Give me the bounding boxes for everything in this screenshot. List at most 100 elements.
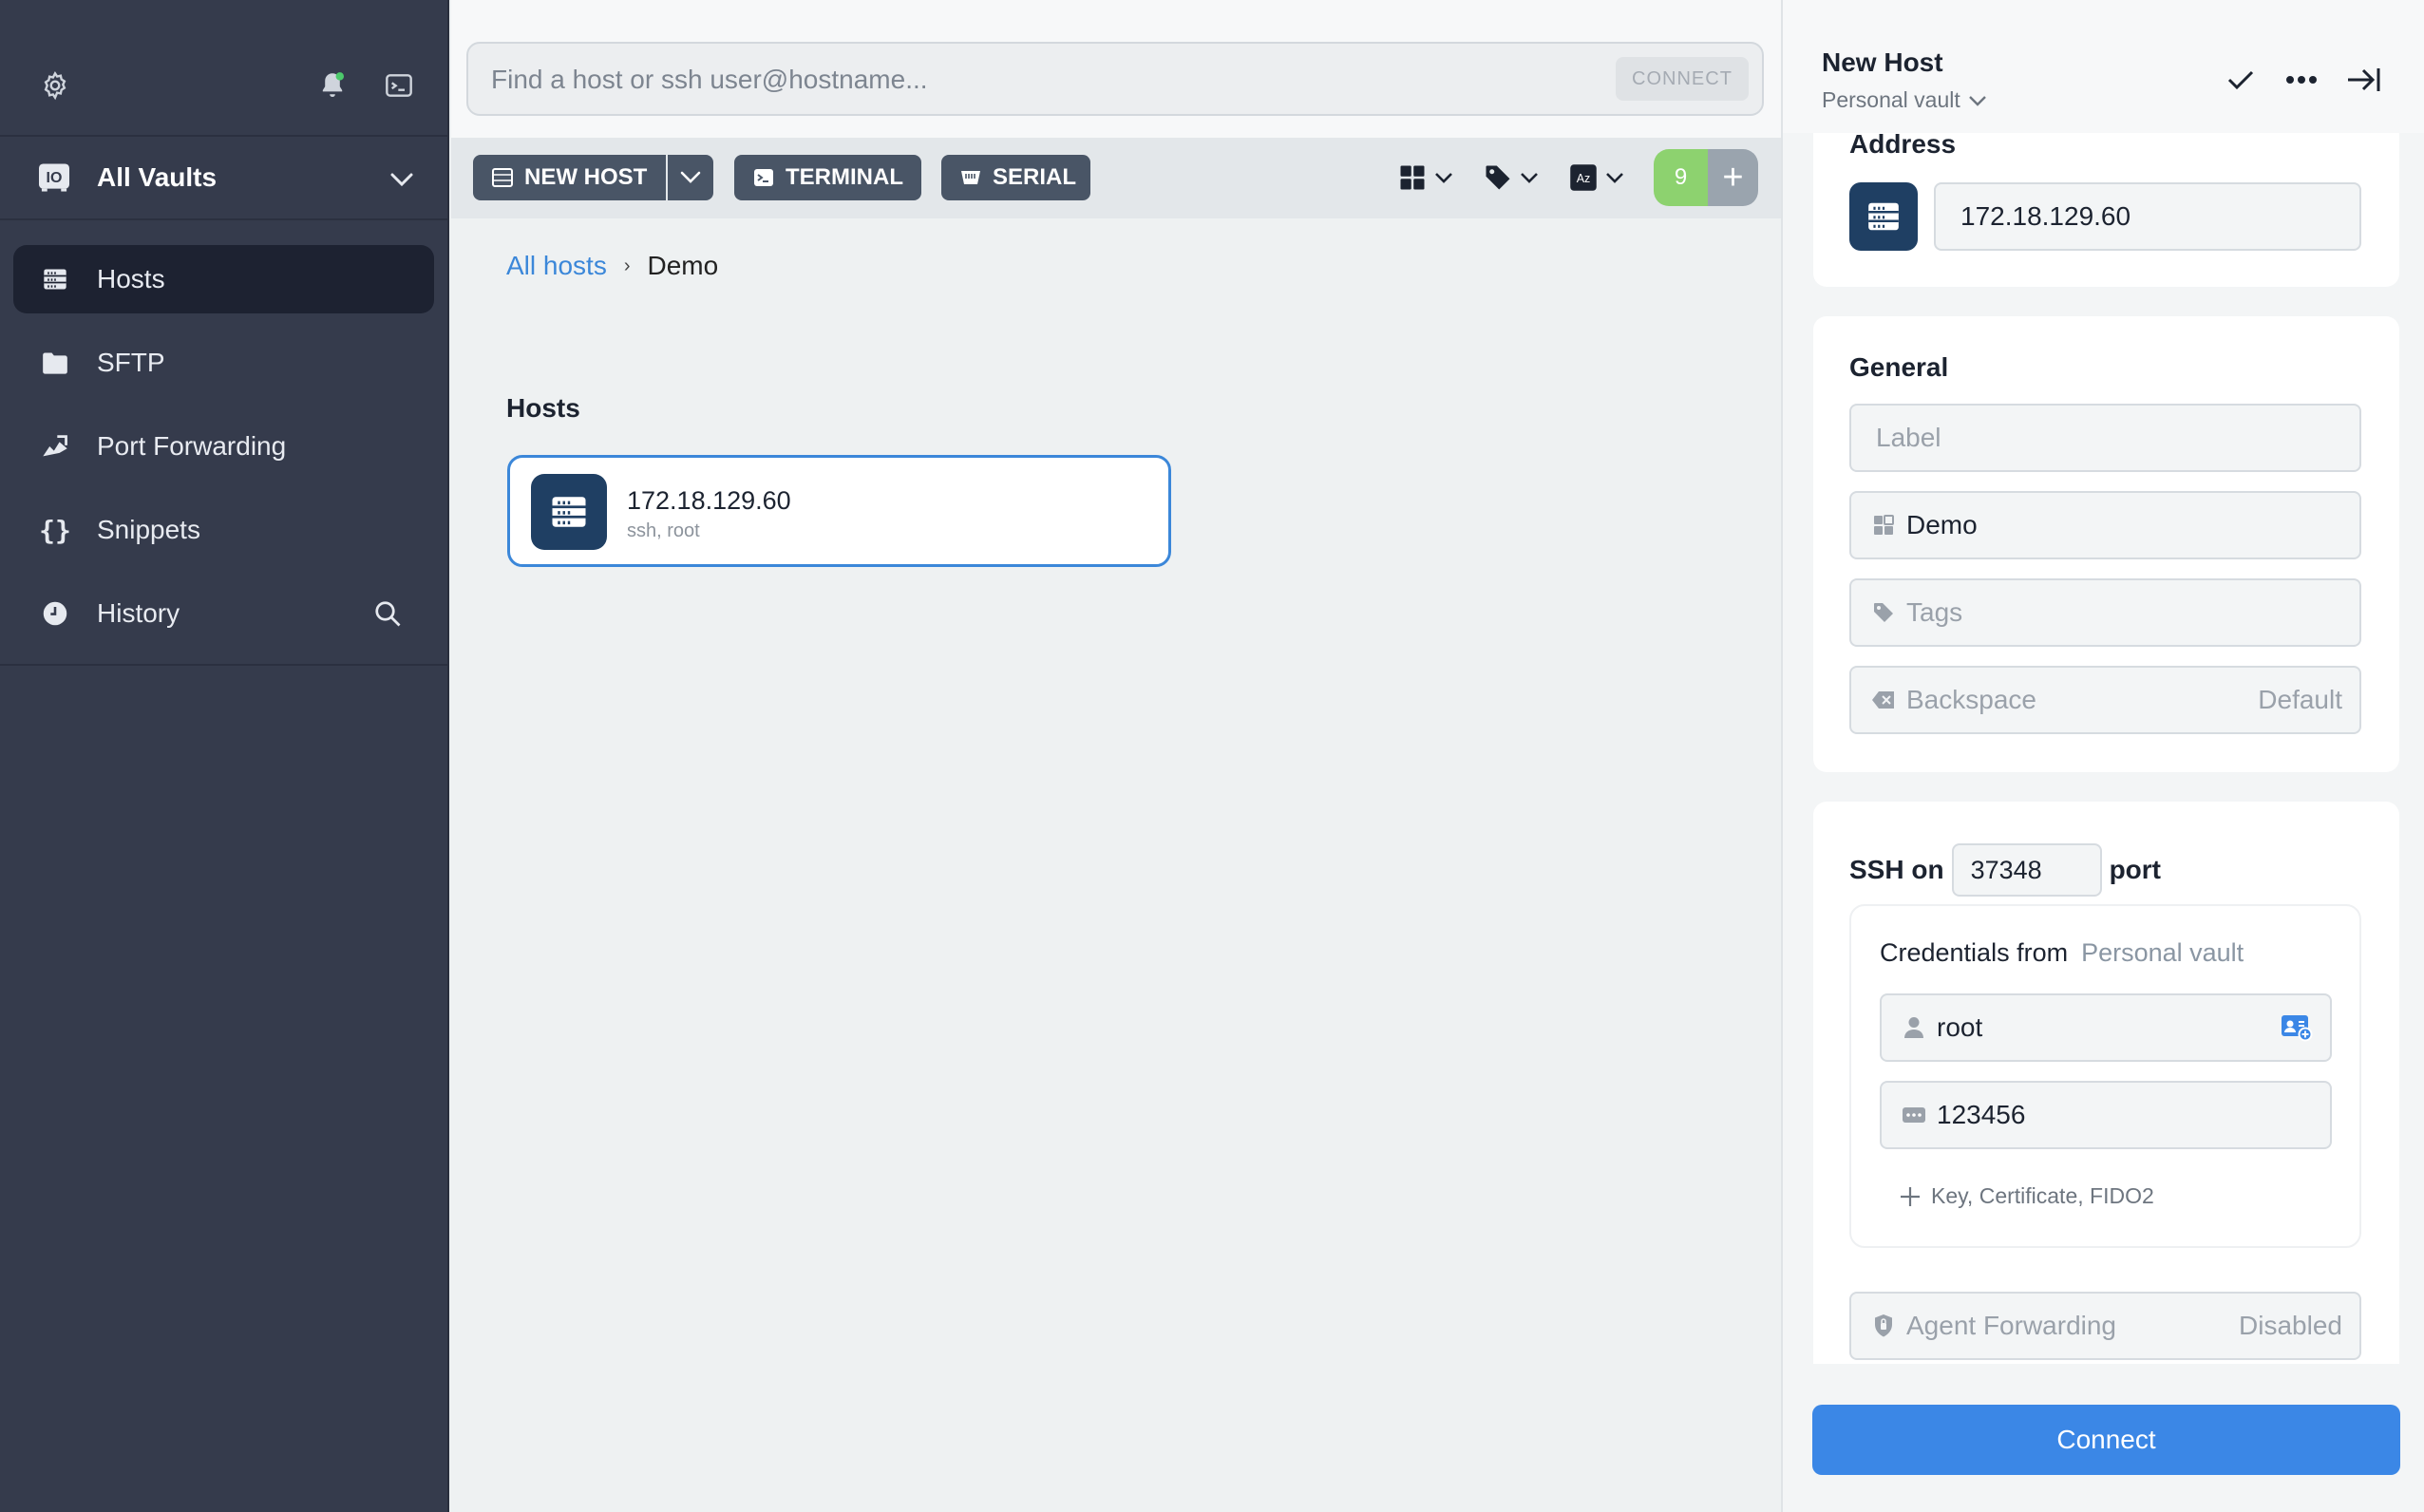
tag-filter[interactable]	[1484, 155, 1546, 200]
serial-port-icon	[958, 165, 983, 190]
sidebar-item-port-forwarding[interactable]: Port Forwarding	[13, 412, 434, 481]
sidebar-item-hosts[interactable]: Hosts	[13, 245, 434, 313]
username-value: root	[1937, 1012, 1983, 1042]
folder-icon	[40, 348, 70, 378]
sidebar-item-label: Port Forwarding	[97, 431, 287, 461]
port-forward-icon	[40, 431, 70, 462]
chevron-down-icon	[680, 171, 701, 184]
address-value: 172.18.129.60	[1960, 201, 2131, 231]
ssh-on-label: SSH on	[1849, 855, 1944, 884]
toolbar: NEW HOST TERMINAL SERIAL Az 9 +	[451, 138, 1781, 218]
address-title: Address	[1849, 129, 1957, 159]
chevron-down-icon[interactable]	[385, 165, 419, 194]
search-input[interactable]: Find a host or ssh user@hostname... CONN…	[466, 42, 1764, 116]
sidebar-item-label: Hosts	[97, 264, 165, 293]
backspace-icon	[1870, 687, 1897, 713]
new-host-dropdown[interactable]	[668, 155, 713, 200]
search-connect-button[interactable]: CONNECT	[1616, 57, 1749, 101]
connect-button[interactable]: Connect	[1812, 1405, 2400, 1475]
vault-selector[interactable]: IO All Vaults	[0, 135, 447, 220]
vault-label: All Vaults	[97, 162, 218, 192]
agent-forwarding-label: Agent Forwarding	[1906, 1311, 2117, 1340]
add-key-label: Key, Certificate, FIDO2	[1931, 1183, 2154, 1208]
password-input[interactable]: 123456	[1880, 1081, 2332, 1149]
add-key-button[interactable]: Key, Certificate, FIDO2	[1899, 1183, 2154, 1209]
server-icon	[1849, 182, 1918, 251]
label-input[interactable]: Label	[1849, 404, 2361, 472]
general-title: General	[1849, 352, 1949, 382]
hosts-section-title: Hosts	[506, 393, 580, 423]
vault-selector[interactable]: Personal vault	[1822, 87, 1987, 113]
terminal-button[interactable]: TERMINAL	[734, 155, 921, 200]
user-icon	[1901, 1014, 1927, 1041]
terminal-window-icon[interactable]	[380, 66, 418, 104]
tag-icon	[1870, 599, 1897, 626]
sort-toggle[interactable]: Az	[1569, 155, 1632, 200]
password-value: 123456	[1937, 1100, 2026, 1129]
view-mode-toggle[interactable]	[1398, 155, 1461, 200]
username-input[interactable]: root	[1880, 993, 2332, 1062]
credentials-header: Credentials from Personal vault	[1880, 938, 2244, 968]
team-badge-group[interactable]: 9 +	[1654, 149, 1758, 206]
panel-title: New Host	[1822, 47, 1943, 77]
sidebar-item-history[interactable]: History	[13, 579, 434, 648]
credentials-from-label: Credentials from	[1880, 938, 2069, 967]
terminal-icon	[751, 165, 776, 190]
group-value: Demo	[1906, 510, 1978, 539]
breadcrumb: All hosts › Demo	[506, 251, 718, 281]
credentials-vault-link[interactable]: Personal vault	[2081, 938, 2244, 968]
sidebar-item-sftp[interactable]: SFTP	[13, 329, 434, 397]
serial-button[interactable]: SERIAL	[941, 155, 1090, 200]
gear-icon[interactable]	[36, 66, 74, 104]
tags-input[interactable]: Tags	[1849, 578, 2361, 647]
tag-icon	[1484, 163, 1512, 192]
vault-name: Personal vault	[1822, 87, 1960, 112]
checkmark-icon[interactable]	[2220, 59, 2262, 101]
backspace-value: Default	[2258, 685, 2342, 714]
search-bar-area: Find a host or ssh user@hostname... CONN…	[451, 0, 1781, 138]
member-count-badge: 9	[1654, 149, 1708, 206]
breadcrumb-current: Demo	[647, 251, 719, 280]
serial-label: SERIAL	[993, 164, 1077, 190]
sidebar-item-label: History	[97, 598, 180, 628]
address-input[interactable]: 172.18.129.60	[1934, 182, 2361, 251]
curly-braces-icon: {}	[39, 514, 71, 546]
group-icon	[1870, 512, 1897, 539]
ssh-card: SSH on 37348 port Credentials from Perso…	[1813, 802, 2399, 1371]
search-icon[interactable]	[372, 598, 403, 629]
backspace-label: Backspace	[1906, 685, 2036, 714]
chevron-down-icon	[1605, 172, 1624, 183]
add-identity-icon[interactable]	[2281, 1013, 2313, 1042]
host-address: 172.18.129.60	[627, 486, 791, 515]
sort-az-icon: Az	[1569, 163, 1598, 192]
server-icon	[490, 165, 515, 190]
group-input[interactable]: Demo	[1849, 491, 2361, 559]
panel-header: New Host Personal vault	[1783, 0, 2424, 133]
chevron-down-icon	[1968, 95, 1987, 106]
add-member-button[interactable]: +	[1708, 149, 1758, 206]
new-host-label: NEW HOST	[524, 164, 648, 190]
host-meta: ssh, root	[627, 520, 700, 541]
sidebar-item-label: SFTP	[97, 348, 165, 377]
port-input[interactable]: 37348	[1951, 843, 2102, 897]
credentials-box: Credentials from Personal vault root 123…	[1849, 904, 2361, 1248]
terminal-label: TERMINAL	[786, 164, 903, 190]
collapse-panel-icon[interactable]	[2343, 59, 2385, 101]
label-placeholder: Label	[1876, 423, 1941, 452]
sidebar-item-snippets[interactable]: {} Snippets	[13, 496, 434, 564]
server-icon	[40, 264, 70, 294]
port-label: port	[2109, 855, 2161, 884]
host-card[interactable]: 172.18.129.60 ssh, root	[507, 455, 1171, 567]
server-icon	[531, 474, 607, 550]
new-host-button[interactable]: NEW HOST	[473, 155, 666, 200]
password-icon	[1901, 1102, 1927, 1128]
backspace-select[interactable]: Backspace Default	[1849, 666, 2361, 734]
plus-icon	[1899, 1185, 1922, 1208]
agent-forwarding-select[interactable]: Agent Forwarding Disabled	[1849, 1292, 2361, 1360]
more-options-icon[interactable]	[2281, 59, 2322, 101]
breadcrumb-all-hosts[interactable]: All hosts	[506, 251, 607, 281]
host-editor-panel: New Host Personal vault Address 172.18.1…	[1781, 0, 2424, 1512]
agent-forwarding-value: Disabled	[2239, 1311, 2342, 1340]
bell-icon[interactable]	[313, 66, 351, 104]
ssh-port-row: SSH on 37348 port	[1849, 843, 2161, 897]
